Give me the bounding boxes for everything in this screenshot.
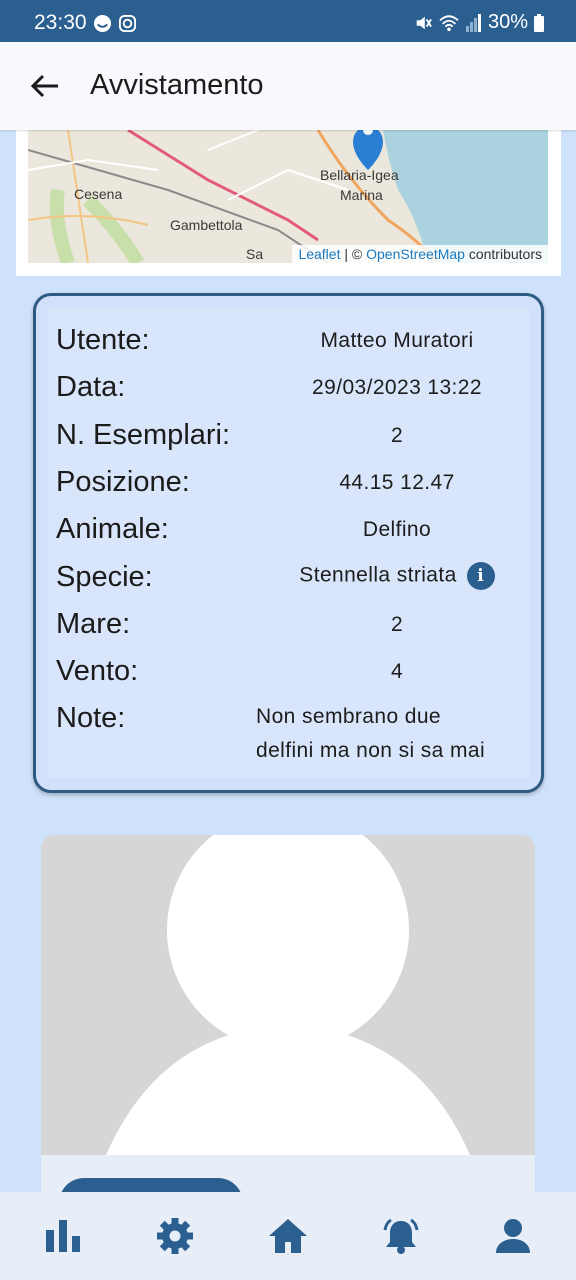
- gear-icon[interactable]: [155, 1218, 195, 1254]
- species-label: Specie:: [56, 561, 153, 593]
- signal-icon: [465, 13, 481, 32]
- count-label: N. Esemplari:: [56, 419, 231, 451]
- species-value: Stennella striata: [299, 563, 457, 587]
- user-value: Matteo Muratori: [320, 329, 474, 352]
- count-value: 2: [390, 424, 404, 447]
- status-time: 23:30: [34, 11, 87, 34]
- page-title: Avvistamento: [90, 69, 264, 101]
- osm-link[interactable]: OpenStreetMap: [366, 246, 465, 262]
- avatar-placeholder-icon: [41, 835, 535, 1155]
- map-label-bellaria: Bellaria-Igea: [320, 167, 399, 183]
- photo-card: [41, 835, 535, 1195]
- wifi-icon: [439, 14, 459, 31]
- home-icon[interactable]: [268, 1218, 308, 1254]
- chart-icon[interactable]: [43, 1218, 83, 1254]
- status-bar: 23:30 30%: [0, 0, 576, 42]
- date-value: 29/03/2023 13:22: [312, 376, 482, 399]
- leaflet-link[interactable]: Leaflet: [298, 246, 340, 262]
- map-label-partial: Sa: [246, 246, 264, 262]
- position-value: 44.15 12.47: [339, 471, 455, 494]
- map-label-marina: Marina: [340, 187, 383, 203]
- map-label-gambettola: Gambettola: [170, 217, 243, 233]
- app-bar: Avvistamento: [0, 42, 576, 130]
- species-value-wrap: Stennella striata i: [256, 562, 538, 590]
- messenger-icon: [93, 14, 112, 33]
- user-label: Utente:: [56, 324, 150, 356]
- map-card: Cesena Gambettola Bellaria-Igea Marina S…: [16, 118, 561, 276]
- wind-label: Vento:: [56, 655, 139, 687]
- map-view[interactable]: Cesena Gambettola Bellaria-Igea Marina S…: [28, 130, 548, 263]
- animal-value: Delfino: [362, 518, 432, 541]
- notes-label: Note:: [56, 702, 126, 734]
- date-label: Data:: [56, 371, 126, 403]
- instagram-icon: [118, 14, 137, 33]
- notes-line-1: Non sembrano due: [256, 705, 442, 728]
- notes-value: Non sembrano due delfini ma non si sa mai: [256, 700, 538, 768]
- sea-value: 2: [390, 613, 404, 636]
- map-label-cesena: Cesena: [74, 186, 123, 202]
- attribution-separator: | ©: [340, 246, 367, 262]
- battery-icon: [534, 13, 544, 32]
- sea-label: Mare:: [56, 608, 131, 640]
- mute-icon: [416, 16, 432, 29]
- battery-text: 30%: [487, 11, 528, 33]
- sighting-details-card: Utente: Matteo Muratori Data: 29/03/2023…: [33, 293, 544, 793]
- wind-value: 4: [390, 660, 404, 683]
- attribution-suffix: contributors: [464, 246, 542, 262]
- info-icon[interactable]: i: [466, 562, 495, 590]
- person-icon[interactable]: [493, 1218, 533, 1254]
- animal-label: Animale:: [56, 513, 169, 545]
- bell-icon[interactable]: [381, 1218, 421, 1254]
- notes-line-2: delfini ma non si sa mai: [256, 739, 486, 762]
- bottom-navigation: [0, 1192, 576, 1280]
- map-attribution: Leaflet | © OpenStreetMap contributors: [292, 245, 548, 263]
- back-arrow-icon[interactable]: [26, 68, 62, 104]
- position-label: Posizione:: [56, 466, 190, 498]
